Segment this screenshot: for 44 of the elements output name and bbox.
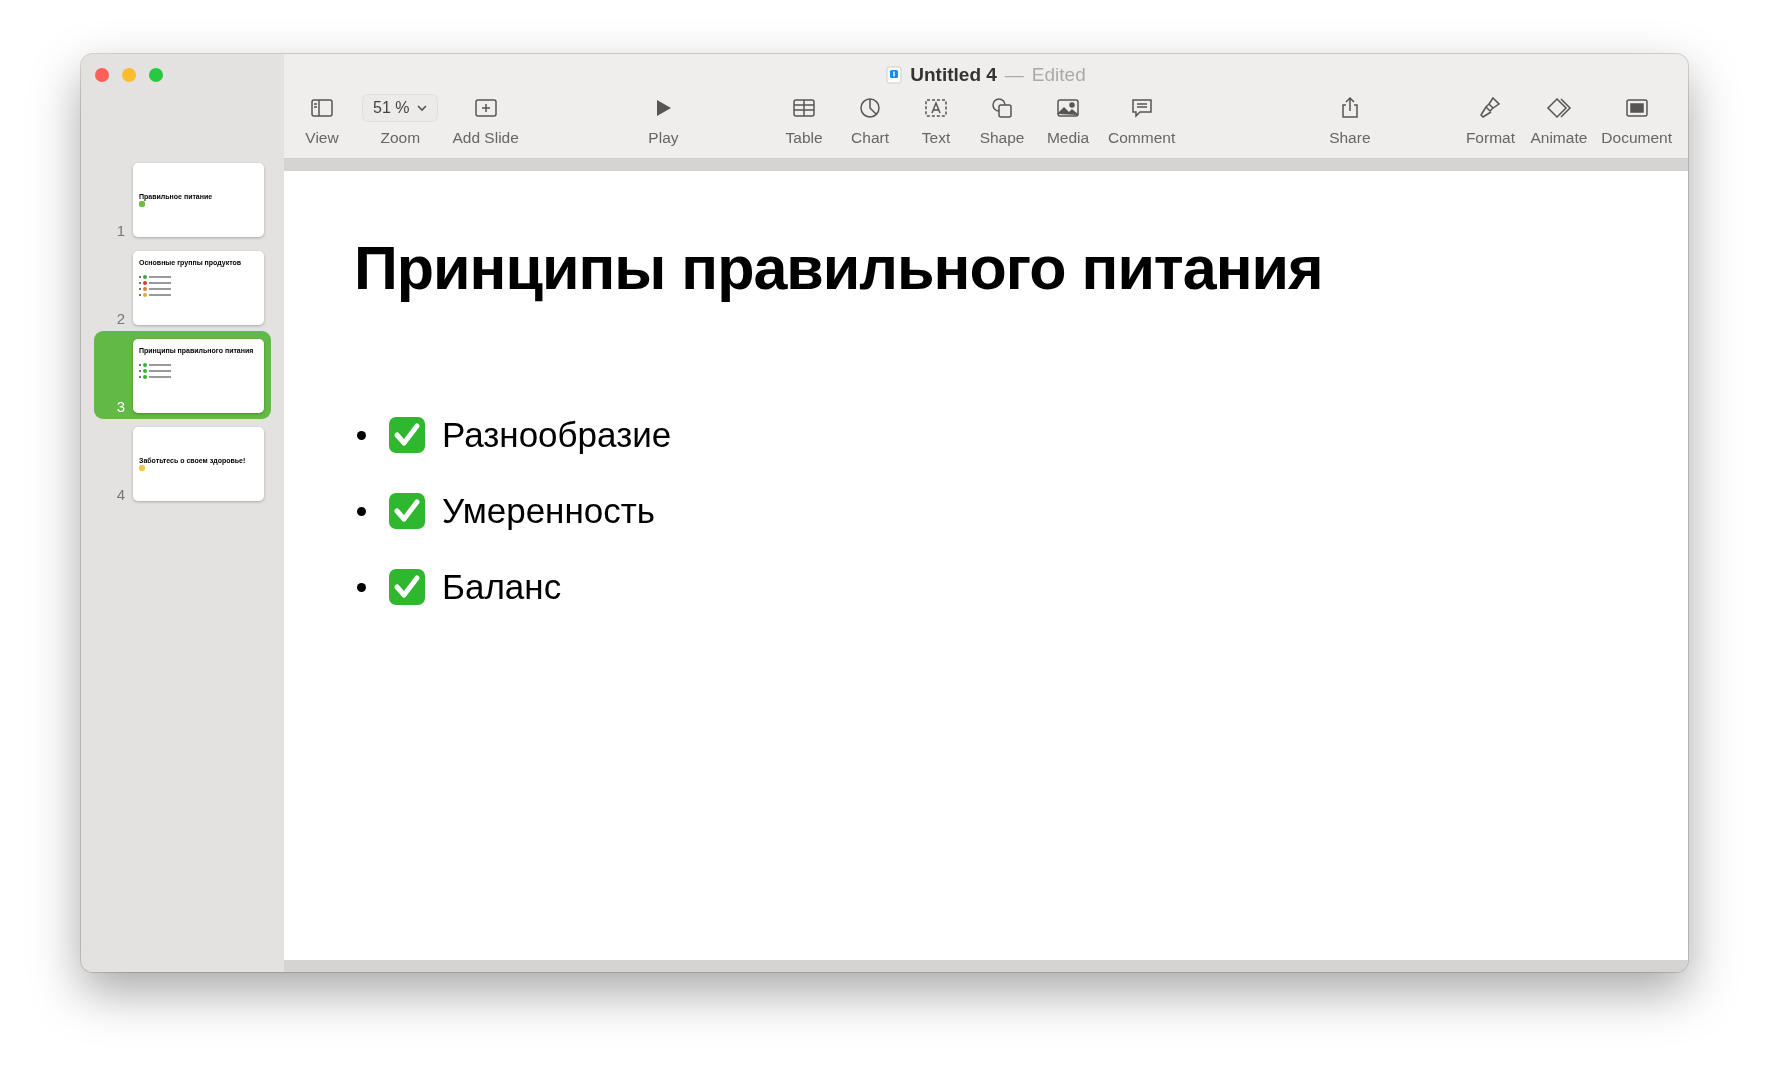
- bullet-text: Разнообразие: [442, 415, 672, 455]
- shape-button[interactable]: Shape: [976, 94, 1029, 147]
- text-button[interactable]: Text: [910, 94, 963, 147]
- text-line-placeholder: [149, 370, 171, 372]
- comment-button[interactable]: Comment: [1108, 94, 1176, 147]
- title-separator: —: [1004, 64, 1024, 86]
- checkmark-icon: [388, 568, 426, 606]
- slide-number: 3: [115, 398, 125, 415]
- media-button[interactable]: Media: [1042, 94, 1095, 147]
- chart-button[interactable]: Chart: [844, 94, 897, 147]
- slide-number: 2: [115, 310, 125, 327]
- text-line-placeholder: [149, 294, 171, 296]
- slide-title: Принципы правильного питания: [354, 233, 1324, 303]
- zoom-button[interactable]: [149, 68, 163, 82]
- slide-number: 1: [115, 222, 125, 239]
- text-line-placeholder: [149, 288, 171, 290]
- emoji-icon: [139, 201, 145, 207]
- bullet-text: Умеренность: [442, 491, 655, 531]
- bullet-icon: [357, 430, 366, 440]
- format-button[interactable]: Format: [1464, 94, 1517, 147]
- bullet-text: Баланс: [442, 567, 562, 607]
- text-line-placeholder: [149, 282, 171, 284]
- animate-button[interactable]: Animate: [1530, 94, 1588, 147]
- share-button[interactable]: Share: [1323, 94, 1376, 147]
- bullet-icon: [357, 582, 366, 592]
- text-line-placeholder: [149, 364, 171, 366]
- checkmark-icon: [388, 416, 426, 454]
- slide-number: 4: [115, 486, 125, 503]
- text-line-placeholder: [149, 376, 171, 378]
- play-button[interactable]: Play: [637, 94, 690, 147]
- emoji-icon: [139, 465, 145, 471]
- add-button[interactable]: Add Slide: [452, 94, 519, 147]
- table-button[interactable]: Table: [778, 94, 831, 147]
- document-icon: [886, 66, 903, 84]
- minimize-button[interactable]: [122, 68, 136, 82]
- document-button[interactable]: Document: [1601, 94, 1672, 147]
- checkmark-icon: [388, 492, 426, 530]
- window-title: Untitled 4: [910, 64, 997, 86]
- text-line-placeholder: [149, 276, 171, 278]
- bullet-icon: [357, 506, 366, 516]
- chevron-down-icon: [417, 104, 428, 112]
- document-status: Edited: [1031, 64, 1086, 86]
- view-button[interactable]: View: [296, 94, 348, 147]
- close-button[interactable]: [95, 68, 109, 82]
